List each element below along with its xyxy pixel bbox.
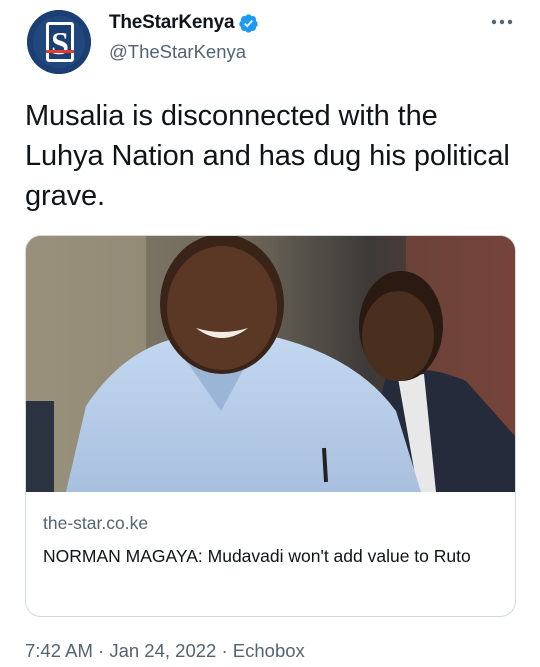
user-handle[interactable]: @TheStarKenya [109, 41, 246, 63]
star-logo-icon: S [27, 10, 91, 74]
meta-separator-2: · [221, 640, 228, 661]
verified-badge-icon [239, 13, 259, 33]
tweet-meta: 7:42 AM · Jan 24, 2022 · Echobox [25, 640, 305, 662]
tweet-text: Musalia is disconnected with the Luhya N… [25, 100, 510, 212]
card-title[interactable]: NORMAN MAGAYA: Mudavadi won't add value … [43, 542, 503, 570]
tweet-source[interactable]: Echobox [233, 640, 305, 661]
name-row: TheStarKenya [109, 12, 259, 34]
meta-separator: · [98, 640, 105, 661]
avatar-letter: S [51, 25, 69, 61]
tweet-header: S TheStarKenya @TheStarKenya [0, 0, 540, 84]
more-options-icon[interactable] [490, 14, 514, 30]
link-card[interactable]: the-star.co.ke NORMAN MAGAYA: Mudavadi w… [25, 235, 516, 617]
tweet-time[interactable]: 7:42 AM [25, 640, 93, 661]
card-domain[interactable]: the-star.co.ke [43, 513, 148, 534]
display-name[interactable]: TheStarKenya [109, 12, 235, 34]
card-image[interactable] [26, 236, 515, 492]
tweet-date[interactable]: Jan 24, 2022 [109, 640, 216, 661]
avatar[interactable]: S [27, 10, 91, 74]
